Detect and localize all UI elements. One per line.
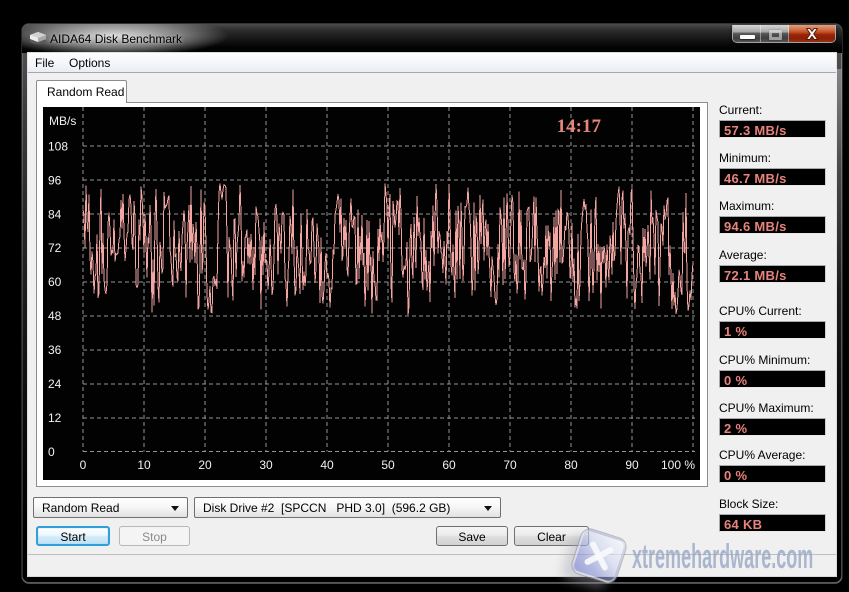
svg-text:48: 48 — [48, 309, 62, 323]
svg-text:80: 80 — [564, 458, 578, 472]
svg-text:24: 24 — [48, 377, 62, 391]
svg-text:108: 108 — [48, 139, 68, 153]
svg-text:20: 20 — [198, 458, 212, 472]
svg-text:100 %: 100 % — [661, 458, 695, 472]
svg-text:MB/s: MB/s — [49, 114, 76, 128]
svg-text:72: 72 — [48, 241, 62, 255]
svg-text:10: 10 — [137, 458, 151, 472]
svg-text:40: 40 — [320, 458, 334, 472]
svg-text:50: 50 — [381, 458, 395, 472]
svg-text:12: 12 — [48, 411, 62, 425]
svg-text:30: 30 — [259, 458, 273, 472]
svg-text:70: 70 — [503, 458, 517, 472]
svg-text:84: 84 — [48, 207, 62, 221]
svg-text:0: 0 — [80, 458, 87, 472]
svg-text:14:17: 14:17 — [557, 116, 602, 137]
svg-text:96: 96 — [48, 173, 62, 187]
svg-text:60: 60 — [442, 458, 456, 472]
svg-text:90: 90 — [625, 458, 639, 472]
svg-text:60: 60 — [48, 275, 62, 289]
svg-text:36: 36 — [48, 343, 62, 357]
svg-text:0: 0 — [48, 445, 55, 459]
